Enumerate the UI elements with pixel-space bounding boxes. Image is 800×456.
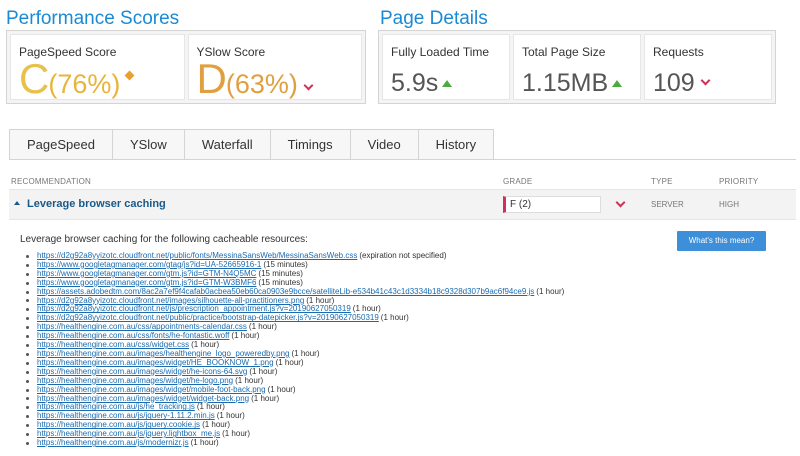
- arrow-up-icon: [442, 80, 453, 87]
- resource-expiration: (1 hour): [536, 286, 565, 296]
- performance-scores-panel: PageSpeed Score C (76%) YSlow Score D (6…: [6, 30, 366, 104]
- resource-expiration: (1 hour): [222, 429, 251, 439]
- diamond-icon: [124, 70, 135, 81]
- column-recommendation: RECOMMENDATION: [11, 177, 91, 186]
- bullet-icon: [26, 290, 29, 294]
- bullet-icon: [26, 299, 29, 303]
- requests-card: Requests 109: [644, 34, 772, 100]
- pagespeed-percent: (76%): [48, 69, 121, 99]
- resource-expiration: (expiration not specified): [359, 251, 447, 260]
- recommendation-name[interactable]: Leverage browser caching: [27, 198, 166, 210]
- bullet-icon: [26, 254, 29, 258]
- column-type: TYPE: [651, 177, 673, 186]
- page-details-panel: Fully Loaded Time 5.9s Total Page Size 1…: [378, 30, 776, 104]
- bullet-icon: [26, 272, 29, 276]
- tab-pagespeed[interactable]: PageSpeed: [9, 129, 112, 160]
- tab-video[interactable]: Video: [349, 129, 418, 160]
- bullet-icon: [26, 397, 29, 401]
- recommendation-row[interactable]: Leverage browser caching F (2) SERVER HI…: [9, 190, 796, 220]
- report-tabs: PageSpeed YSlow Waterfall Timings Video …: [9, 129, 495, 160]
- bullet-icon: [26, 335, 29, 339]
- resource-link[interactable]: https://healthengine.com.au/js/modernizr…: [37, 438, 189, 448]
- fully-loaded-time-card: Fully Loaded Time 5.9s: [382, 34, 510, 100]
- chevron-down-icon: [615, 197, 626, 208]
- resource-list: https://d2g92a8yyizotc.cloudfront.net/pu…: [20, 251, 565, 448]
- resource-expiration: (1 hour): [251, 393, 280, 403]
- total-page-size-card: Total Page Size 1.15MB: [513, 34, 641, 100]
- caret-up-icon[interactable]: [14, 201, 20, 205]
- yslow-grade: D: [196, 55, 227, 102]
- performance-scores-title: Performance Scores: [6, 8, 180, 29]
- column-grade: GRADE: [503, 177, 533, 186]
- bullet-icon: [26, 370, 29, 374]
- tab-history[interactable]: History: [417, 129, 495, 160]
- yslow-score-card: YSlow Score D (63%): [187, 34, 362, 102]
- bullet-icon: [26, 433, 29, 437]
- recommendation-intro: Leverage browser caching for the followi…: [20, 234, 308, 245]
- tab-waterfall[interactable]: Waterfall: [183, 129, 270, 160]
- bullet-icon: [26, 388, 29, 392]
- whats-this-mean-button[interactable]: What's this mean?: [677, 231, 766, 251]
- bullet-icon: [26, 361, 29, 365]
- chevron-down-icon: [700, 75, 711, 86]
- bullet-icon: [26, 424, 29, 428]
- column-priority: PRIORITY: [719, 177, 759, 186]
- bullet-icon: [26, 344, 29, 348]
- bullet-icon: [26, 441, 29, 445]
- total-page-size-value: 1.15MB: [522, 69, 609, 97]
- bullet-icon: [26, 415, 29, 419]
- fully-loaded-time-label: Fully Loaded Time: [391, 45, 490, 59]
- resource-expiration: (1 hour): [190, 438, 219, 448]
- bullet-icon: [26, 317, 29, 321]
- fully-loaded-time-value: 5.9s: [391, 69, 439, 97]
- pagespeed-grade: C: [19, 55, 49, 102]
- tab-yslow[interactable]: YSlow: [111, 129, 184, 160]
- bullet-icon: [26, 308, 29, 312]
- priority-value: HIGH: [719, 200, 739, 209]
- pagespeed-score-card: PageSpeed Score C (76%): [10, 34, 185, 102]
- total-page-size-label: Total Page Size: [522, 45, 606, 59]
- bullet-icon: [26, 281, 29, 285]
- arrow-up-icon: [612, 80, 623, 87]
- bullet-icon: [26, 326, 29, 330]
- bullet-icon: [26, 352, 29, 356]
- chevron-down-icon: [303, 80, 314, 91]
- requests-value: 109: [653, 69, 695, 97]
- resource-expiration: (1 hour): [380, 313, 409, 323]
- bullet-icon: [26, 379, 29, 383]
- resource-expiration: (1 hour): [231, 331, 260, 341]
- page-details-title: Page Details: [380, 8, 488, 29]
- bullet-icon: [26, 406, 29, 410]
- tab-divider: [9, 159, 796, 160]
- yslow-percent: (63%): [225, 69, 298, 99]
- requests-label: Requests: [653, 45, 704, 59]
- grade-bar: F (2): [503, 196, 601, 213]
- tab-timings[interactable]: Timings: [269, 129, 350, 160]
- recommendation-table-header: RECOMMENDATION GRADE TYPE PRIORITY: [9, 172, 796, 190]
- bullet-icon: [26, 263, 29, 267]
- resource-expiration: (1 hour): [275, 357, 304, 367]
- list-item: https://healthengine.com.au/js/modernizr…: [20, 438, 564, 448]
- type-value: SERVER: [651, 200, 684, 209]
